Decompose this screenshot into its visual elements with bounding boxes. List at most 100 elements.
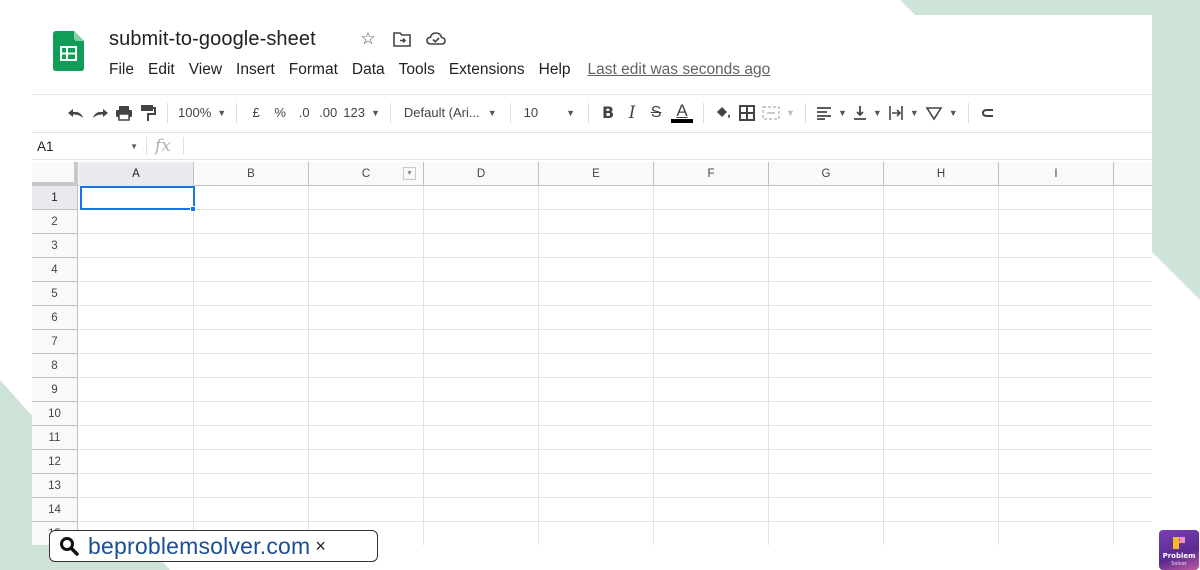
paint-format-icon[interactable] bbox=[136, 100, 160, 126]
filter-dropdown-icon[interactable]: ▼ bbox=[403, 167, 416, 180]
search-pill[interactable]: beproblemsolver.com × bbox=[49, 530, 378, 562]
text-rotation-icon[interactable]: ▼ bbox=[922, 100, 961, 126]
last-edit-link[interactable]: Last edit was seconds ago bbox=[588, 61, 771, 79]
row-header-2[interactable]: 2 bbox=[32, 210, 78, 234]
toolbar-divider bbox=[236, 102, 238, 123]
row-header-7[interactable]: 7 bbox=[32, 330, 78, 354]
row-header-4[interactable]: 4 bbox=[32, 258, 78, 282]
percent-format-button[interactable]: % bbox=[268, 100, 292, 126]
row-header-label: 6 bbox=[51, 311, 58, 324]
menu-file[interactable]: File bbox=[102, 60, 141, 80]
toolbar-divider bbox=[389, 102, 391, 123]
row-header-13[interactable]: 13 bbox=[32, 474, 78, 498]
column-header-b[interactable]: B bbox=[194, 162, 309, 186]
menu-help[interactable]: Help bbox=[532, 60, 578, 80]
more-formats-button[interactable]: 123 ▼ bbox=[340, 100, 383, 126]
zoom-select[interactable]: 100% ▼ bbox=[175, 100, 229, 126]
column-header-label: H bbox=[936, 168, 946, 180]
decrease-decimal-button[interactable]: .0 bbox=[292, 100, 316, 126]
toolbar: 100% ▼ £ % .0 .00 123 ▼ Default (Ari... ▼ 1… bbox=[32, 94, 1152, 130]
sheets-logo-icon[interactable] bbox=[53, 31, 84, 71]
fill-handle[interactable] bbox=[190, 206, 196, 212]
column-header-label: G bbox=[821, 168, 831, 180]
cell-area[interactable] bbox=[79, 186, 1152, 545]
row-gridline bbox=[79, 401, 1152, 402]
name-box[interactable]: A1 ▼ bbox=[32, 139, 144, 154]
row-gridline bbox=[79, 233, 1152, 234]
formula-bar: A1 ▼ fx bbox=[32, 132, 1152, 160]
row-gridline bbox=[79, 257, 1152, 258]
bold-button[interactable]: B bbox=[596, 100, 620, 126]
italic-button[interactable]: I bbox=[620, 100, 644, 126]
search-icon bbox=[58, 535, 80, 557]
row-header-3[interactable]: 3 bbox=[32, 234, 78, 258]
menu-insert[interactable]: Insert bbox=[229, 60, 282, 80]
active-cell-a1[interactable] bbox=[80, 186, 195, 210]
search-query: beproblemsolver.com bbox=[88, 532, 311, 559]
text-wrapping-icon[interactable]: ▼ bbox=[885, 100, 922, 126]
strikethrough-label: S bbox=[650, 103, 662, 121]
strikethrough-button[interactable]: S bbox=[644, 100, 668, 126]
currency-format-button[interactable]: £ bbox=[244, 100, 268, 126]
increase-decimal-button[interactable]: .00 bbox=[316, 100, 340, 126]
toolbar-divider bbox=[804, 102, 806, 123]
close-icon[interactable]: × bbox=[315, 536, 326, 557]
row-header-label: 1 bbox=[51, 191, 58, 204]
text-color-button[interactable]: A bbox=[668, 100, 696, 126]
document-title[interactable]: submit-to-google-sheet bbox=[109, 28, 316, 51]
menu-edit[interactable]: Edit bbox=[141, 60, 182, 80]
font-size-select[interactable]: 10 ▼ bbox=[518, 100, 581, 126]
row-header-8[interactable]: 8 bbox=[32, 354, 78, 378]
vertical-align-icon[interactable]: ▼ bbox=[850, 100, 885, 126]
horizontal-align-icon[interactable]: ▼ bbox=[813, 100, 850, 126]
column-header-f[interactable]: F bbox=[654, 162, 769, 186]
chevron-down-icon: ▼ bbox=[487, 107, 497, 118]
font-select[interactable]: Default (Ari... ▼ bbox=[398, 100, 503, 126]
menu-view[interactable]: View bbox=[182, 60, 229, 80]
insert-link-icon[interactable] bbox=[976, 100, 1000, 126]
undo-icon[interactable] bbox=[64, 100, 88, 126]
formula-input[interactable] bbox=[184, 134, 1152, 158]
row-header-9[interactable]: 9 bbox=[32, 378, 78, 402]
column-header-d[interactable]: D bbox=[424, 162, 539, 186]
star-icon[interactable]: ☆ bbox=[358, 29, 378, 49]
fill-color-icon[interactable] bbox=[711, 100, 735, 126]
menu-format[interactable]: Format bbox=[282, 60, 345, 80]
cloud-status-icon[interactable] bbox=[426, 29, 446, 49]
row-header-11[interactable]: 11 bbox=[32, 426, 78, 450]
column-header-c[interactable]: C ▼ bbox=[309, 162, 424, 186]
increase-decimal-label: .00 bbox=[319, 105, 338, 120]
brand-logo: Problem Solver bbox=[1159, 530, 1199, 570]
column-header-label: A bbox=[132, 168, 140, 180]
row-header-label: 5 bbox=[51, 287, 58, 300]
chevron-down-icon: ▼ bbox=[217, 107, 227, 118]
row-header-12[interactable]: 12 bbox=[32, 450, 78, 474]
toolbar-divider bbox=[167, 102, 168, 123]
redo-icon[interactable] bbox=[88, 100, 112, 126]
row-header-14[interactable]: 14 bbox=[32, 498, 78, 522]
move-to-folder-icon[interactable] bbox=[392, 29, 412, 49]
column-header-i[interactable]: I bbox=[999, 162, 1114, 186]
brand-subname: Solver bbox=[1171, 561, 1187, 567]
row-header-1[interactable]: 1 bbox=[32, 186, 78, 210]
menu-extensions[interactable]: Extensions bbox=[442, 60, 532, 80]
borders-icon[interactable] bbox=[735, 100, 759, 126]
print-icon[interactable] bbox=[112, 100, 136, 126]
row-header-5[interactable]: 5 bbox=[32, 282, 78, 306]
column-header-e[interactable]: E bbox=[539, 162, 654, 186]
puzzle-logo-icon bbox=[1173, 537, 1185, 549]
merge-cells-icon[interactable]: ▼ bbox=[759, 100, 798, 126]
chevron-down-icon: ▼ bbox=[130, 141, 138, 151]
column-header-label: D bbox=[476, 168, 486, 180]
row-header-10[interactable]: 10 bbox=[32, 402, 78, 426]
row-gridline bbox=[79, 377, 1152, 378]
row-header-6[interactable]: 6 bbox=[32, 306, 78, 330]
menu-tools[interactable]: Tools bbox=[392, 60, 442, 80]
menu-data[interactable]: Data bbox=[345, 60, 392, 80]
column-header-g[interactable]: G bbox=[769, 162, 884, 186]
google-sheets-window: submit-to-google-sheet ☆ File Edit View … bbox=[32, 15, 1152, 545]
column-header-a[interactable]: A bbox=[79, 162, 194, 186]
text-color-label: A bbox=[676, 101, 688, 120]
select-all-corner[interactable] bbox=[32, 162, 78, 186]
column-header-h[interactable]: H bbox=[884, 162, 999, 186]
